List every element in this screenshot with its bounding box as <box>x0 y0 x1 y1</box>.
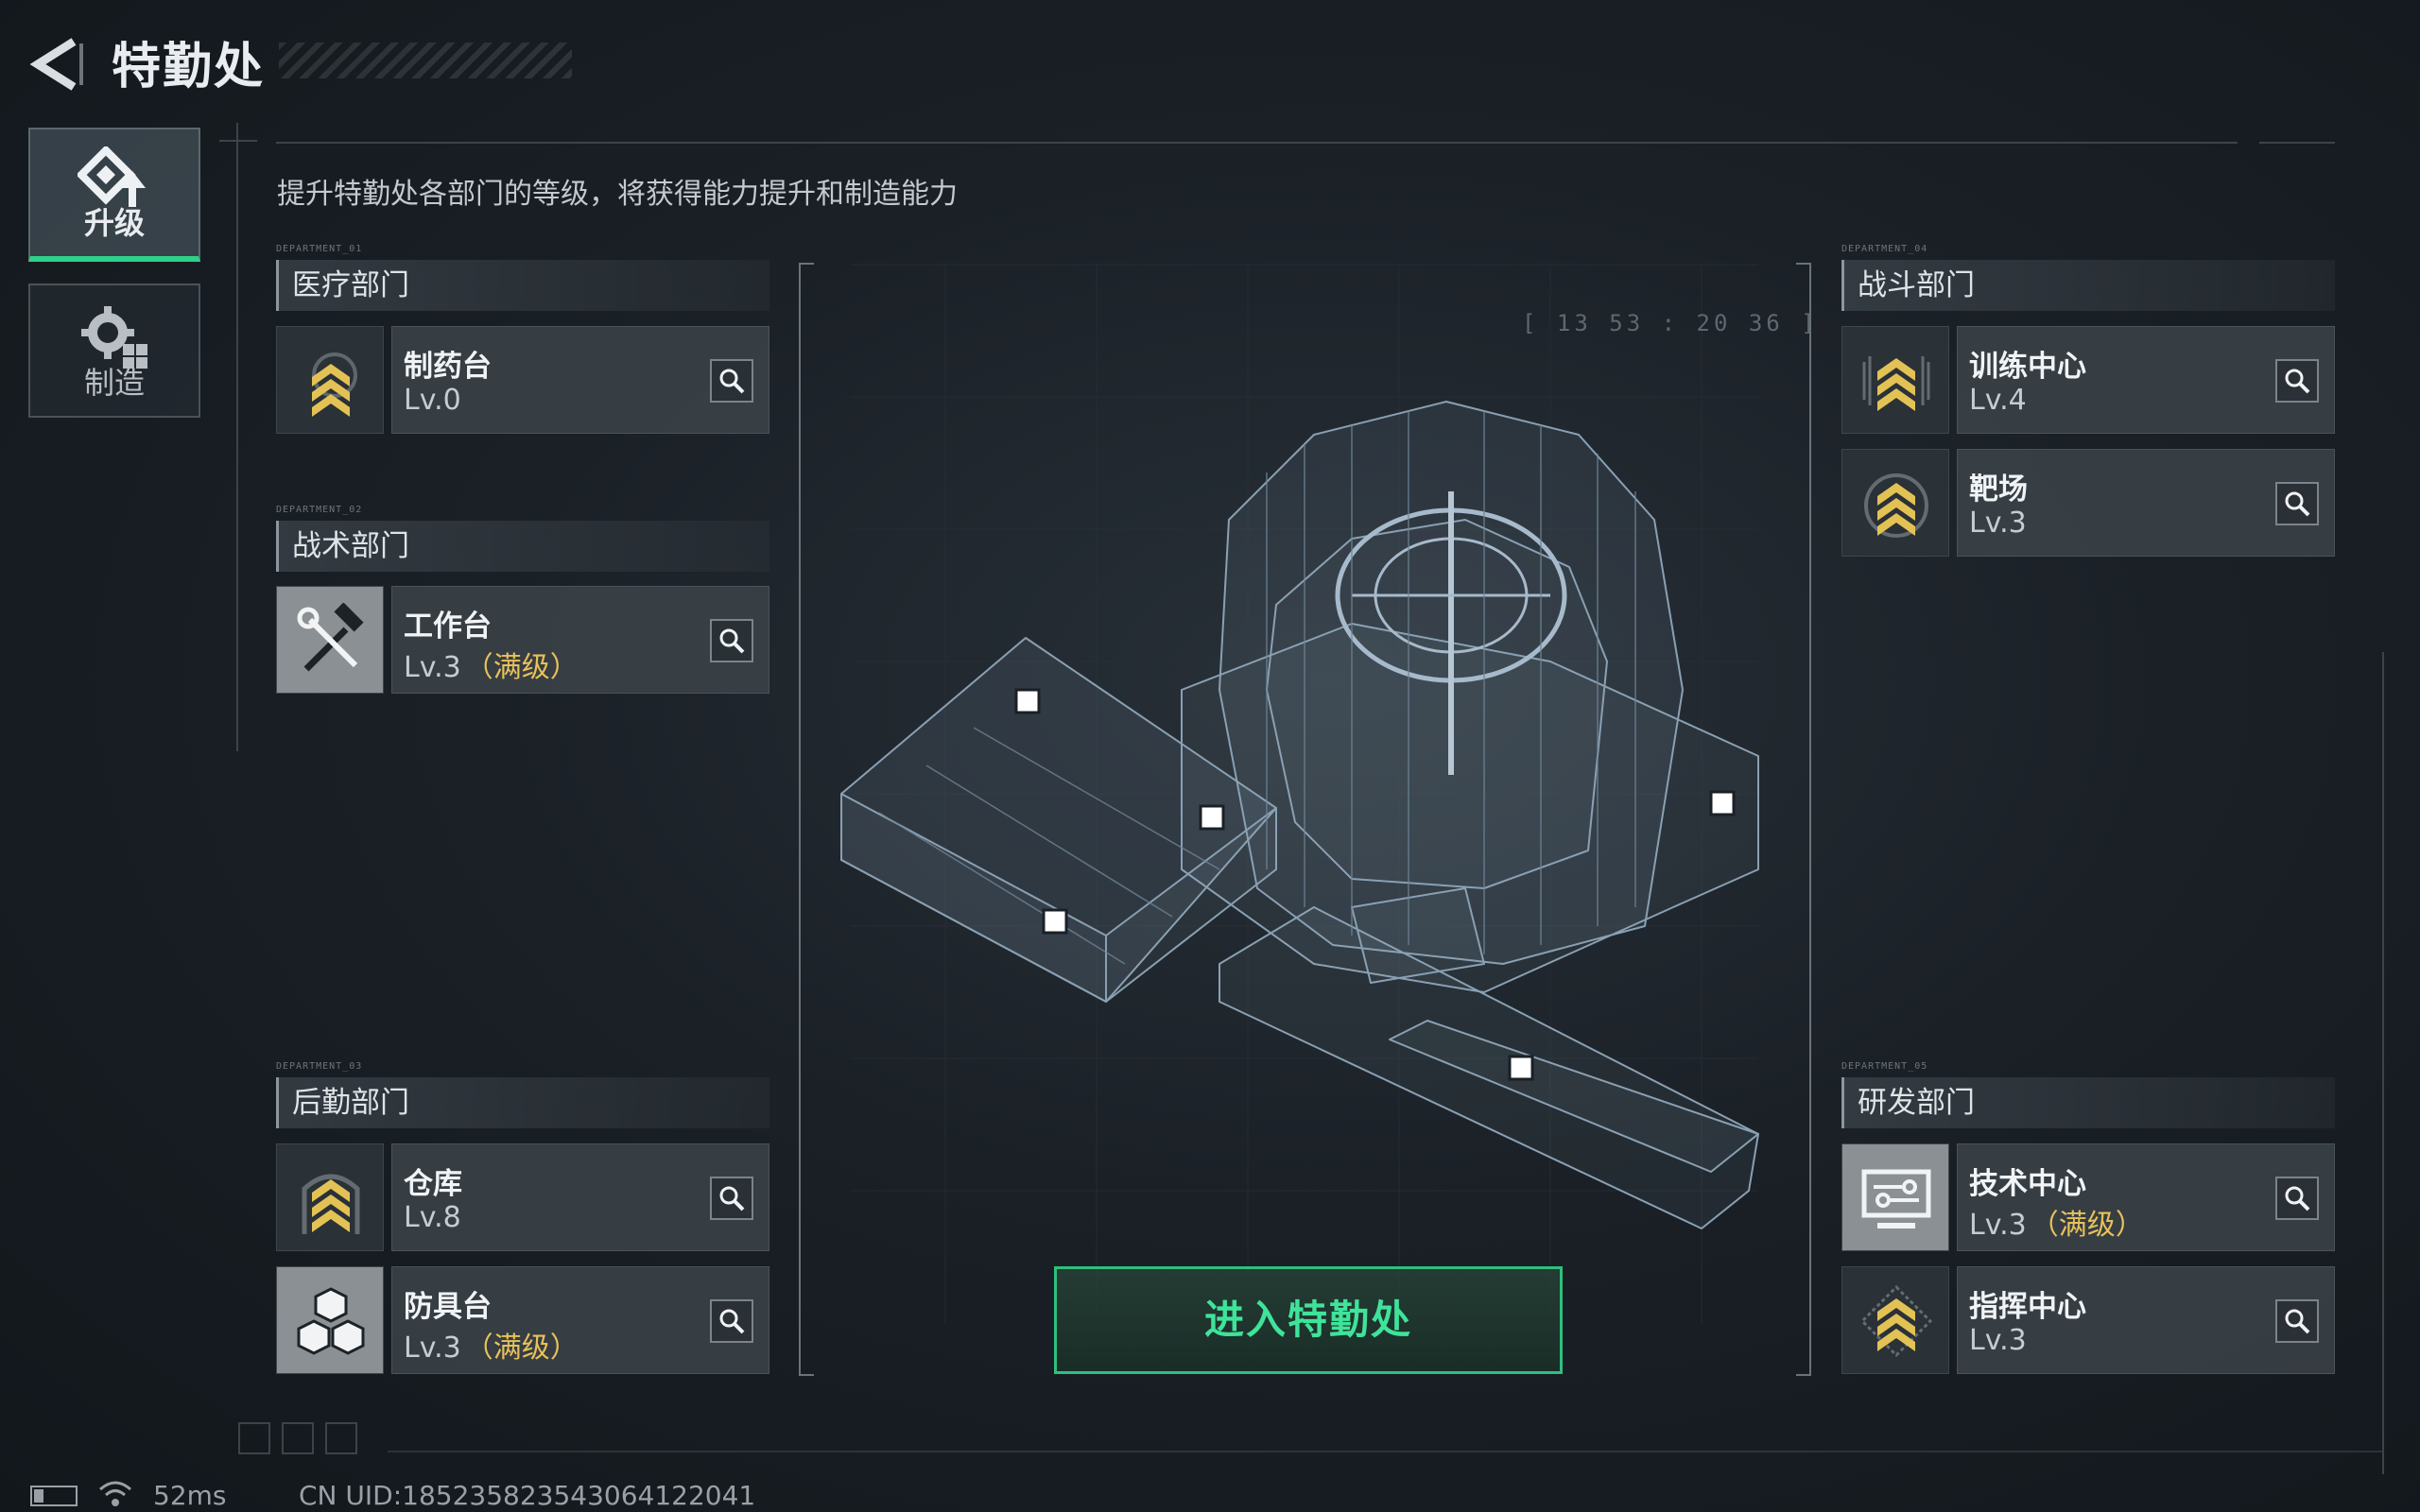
search-button[interactable] <box>710 619 753 662</box>
search-button[interactable] <box>2275 482 2319 525</box>
search-button[interactable] <box>710 359 753 403</box>
facility-name: 仓库 <box>404 1167 462 1201</box>
facility-command-center[interactable]: 指挥中心 Lv.3 <box>1841 1266 2335 1374</box>
facility-blueprint-model[interactable] <box>822 378 1787 1266</box>
page-description: 提升特勤处各部门的等级，将获得能力提升和制造能力 <box>277 178 958 211</box>
facility-training-center[interactable]: 训练中心 Lv.4 <box>1841 326 2335 434</box>
search-button[interactable] <box>2275 359 2319 403</box>
warehouse-icon <box>276 1143 384 1251</box>
ping-readout: 52ms <box>153 1480 227 1511</box>
facility-name: 指挥中心 <box>1969 1290 2086 1324</box>
dept-logistics-header: 后勤部门 <box>276 1077 769 1128</box>
facility-level: Lv.3 <box>1969 1324 2027 1357</box>
tab-upgrade[interactable]: 升级 <box>28 128 200 262</box>
dept-tag: DEPARTMENT_05 <box>1841 1061 1928 1072</box>
decor-square <box>282 1422 314 1454</box>
back-arrow-icon[interactable] <box>28 36 85 93</box>
facility-name: 训练中心 <box>1969 350 2086 384</box>
facility-pharmacy[interactable]: 制药台 Lv.0 <box>276 326 769 434</box>
center-frame-right <box>1796 263 1811 1376</box>
facility-level: Lv.3 <box>1969 507 2027 540</box>
search-button[interactable] <box>2275 1299 2319 1343</box>
dept-tactical-header: 战术部门 <box>276 521 769 572</box>
center-frame-left <box>799 263 814 1376</box>
search-icon <box>719 1186 745 1211</box>
search-icon <box>719 1309 745 1334</box>
facility-level: Lv.4 <box>1969 384 2027 417</box>
right-divider <box>2382 652 2384 1474</box>
battery-icon <box>30 1486 78 1506</box>
facility-level: Lv.0 <box>404 384 461 417</box>
top-divider-end <box>2259 142 2335 144</box>
search-icon <box>719 628 745 654</box>
facility-armor-bench[interactable]: 防具台 Lv.3 （满级） <box>276 1266 769 1374</box>
dept-research-header: 研发部门 <box>1841 1077 2335 1128</box>
dept-tag: DEPARTMENT_03 <box>276 1061 363 1072</box>
search-icon <box>2285 1186 2310 1211</box>
enter-special-ops-button[interactable]: 进入特勤处 <box>1054 1266 1563 1374</box>
facility-name: 制药台 <box>404 350 492 384</box>
dept-tag: DEPARTMENT_04 <box>1841 244 1928 254</box>
decor-square <box>238 1422 270 1454</box>
search-icon <box>2285 369 2310 394</box>
facility-tech-center[interactable]: 技术中心 Lv.3 （满级） <box>1841 1143 2335 1251</box>
hud-timestamp: [ 13 53 : 20 36 ] <box>1522 310 1819 336</box>
decor-square <box>325 1422 357 1454</box>
tab-craft-label: 制造 <box>83 365 145 401</box>
wifi-icon <box>99 1481 131 1506</box>
dept-medical-header: 医疗部门 <box>276 260 769 311</box>
search-button[interactable] <box>2275 1177 2319 1220</box>
player-uid: CN UID:18523582354306412204​1 <box>299 1480 756 1511</box>
dept-combat-header: 战斗部门 <box>1841 260 2335 311</box>
bottom-divider <box>388 1451 2382 1452</box>
facility-level: Lv.3 （满级） <box>404 1332 579 1365</box>
search-icon <box>2285 1309 2310 1334</box>
facility-level: Lv.3 （满级） <box>404 651 579 684</box>
facility-warehouse[interactable]: 仓库 Lv.8 <box>276 1143 769 1251</box>
cubes-icon <box>276 1266 384 1374</box>
facility-level: Lv.3 （满级） <box>1969 1209 2144 1242</box>
pharmacy-icon <box>276 326 384 434</box>
facility-name: 技术中心 <box>1969 1167 2086 1201</box>
hammer-wrench-icon <box>276 586 384 694</box>
tab-upgrade-label: 升级 <box>83 205 145 241</box>
search-icon <box>2285 491 2310 517</box>
tab-craft[interactable]: 制造 <box>28 284 200 418</box>
target-range-icon <box>1841 449 1949 557</box>
left-divider-tick <box>219 140 257 142</box>
left-divider <box>236 123 238 751</box>
facility-level: Lv.8 <box>404 1201 461 1234</box>
facility-name: 靶场 <box>1969 472 2028 507</box>
top-divider <box>276 142 2238 144</box>
search-button[interactable] <box>710 1177 753 1220</box>
training-center-icon <box>1841 326 1949 434</box>
facility-name: 工作台 <box>404 610 492 644</box>
dept-tag: DEPARTMENT_02 <box>276 505 363 515</box>
page-title: 特勤处 <box>112 39 266 95</box>
dept-tag: DEPARTMENT_01 <box>276 244 363 254</box>
search-icon <box>719 369 745 394</box>
facility-shooting-range[interactable]: 靶场 Lv.3 <box>1841 449 2335 557</box>
search-button[interactable] <box>710 1299 753 1343</box>
facility-workbench[interactable]: 工作台 Lv.3 （满级） <box>276 586 769 694</box>
facility-name: 防具台 <box>404 1290 492 1324</box>
command-center-icon <box>1841 1266 1949 1374</box>
title-decoration <box>279 43 572 78</box>
monitor-icon <box>1841 1143 1949 1251</box>
